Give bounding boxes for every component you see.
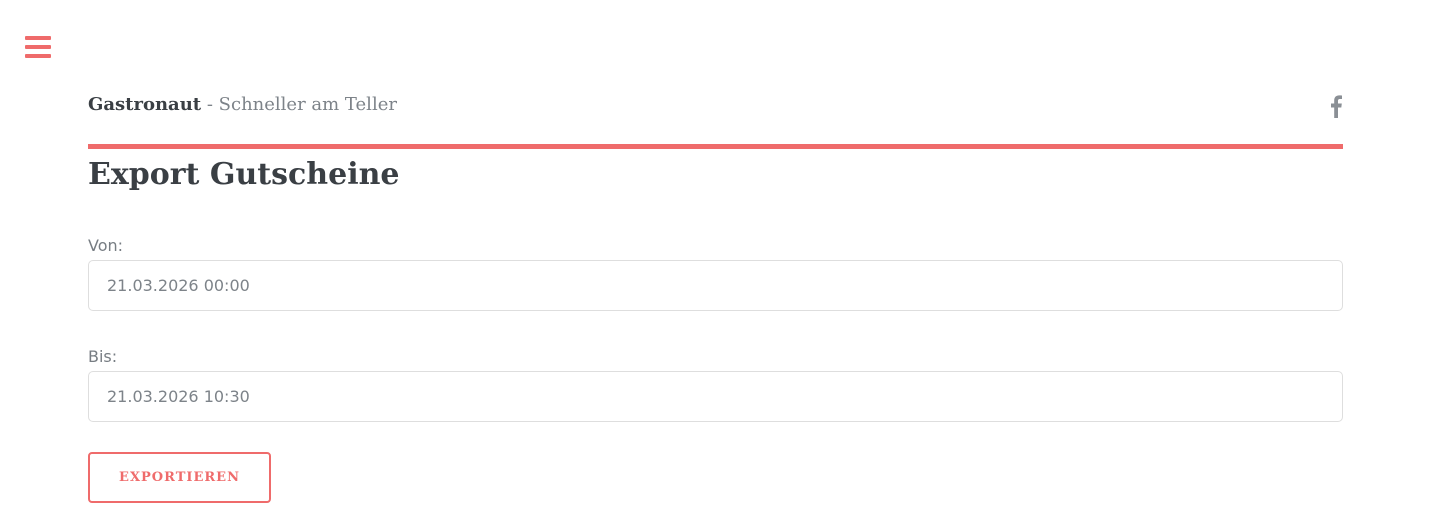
site-header: Gastronaut - Schneller am Teller	[88, 92, 1343, 120]
from-label: Von:	[88, 236, 124, 255]
brand-tagline: Schneller am Teller	[218, 94, 397, 115]
from-date-input[interactable]	[88, 260, 1343, 311]
menu-bar	[25, 36, 51, 40]
menu-bar	[25, 45, 51, 49]
accent-divider	[88, 144, 1343, 149]
to-label: Bis:	[88, 347, 118, 366]
menu-bar	[25, 54, 51, 58]
brand-name: Gastronaut	[88, 94, 202, 115]
to-date-input[interactable]	[88, 371, 1343, 422]
export-button[interactable]: EXPORTIEREN	[88, 452, 271, 503]
page-title: Export Gutscheine	[88, 157, 400, 192]
brand[interactable]: Gastronaut - Schneller am Teller	[88, 92, 397, 118]
brand-separator: -	[201, 94, 219, 115]
facebook-icon[interactable]	[1329, 94, 1343, 118]
hamburger-menu-icon[interactable]	[25, 36, 51, 59]
